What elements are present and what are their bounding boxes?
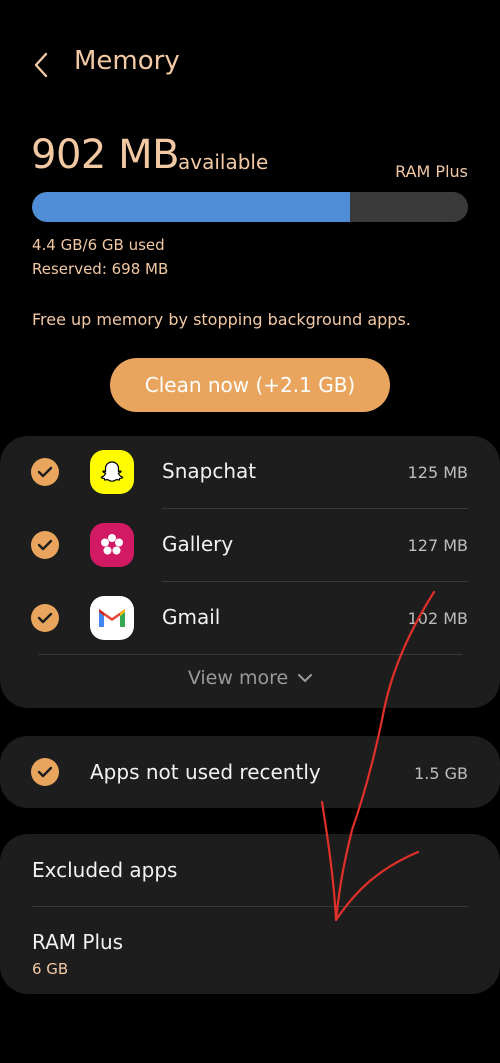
page-title: Memory (74, 46, 180, 76)
free-up-hint: Free up memory by stopping background ap… (32, 310, 411, 329)
checkmark-icon (37, 612, 53, 624)
available-memory-label: available (178, 150, 269, 174)
excluded-apps-item[interactable]: Excluded apps (32, 858, 177, 882)
app-checkbox[interactable] (31, 604, 59, 632)
app-name: Gmail (162, 605, 221, 629)
app-size: 127 MB (407, 536, 468, 555)
chevron-left-icon (34, 52, 48, 78)
snapchat-icon (90, 450, 134, 494)
checkmark-icon (37, 539, 53, 551)
memory-usage-fill (32, 192, 351, 222)
ram-plus-value: 6 GB (32, 960, 69, 978)
clean-now-button[interactable]: Clean now (+2.1 GB) (110, 358, 390, 412)
back-button[interactable] (26, 50, 56, 80)
used-memory-text: 4.4 GB/6 GB used (32, 236, 165, 254)
app-size: 125 MB (407, 463, 468, 482)
gallery-icon (90, 523, 134, 567)
app-row-snapchat[interactable]: Snapchat 125 MB (0, 436, 500, 508)
app-row-gallery[interactable]: Gallery 127 MB (0, 509, 500, 581)
app-checkbox[interactable] (31, 531, 59, 559)
app-checkbox[interactable] (31, 458, 59, 486)
app-name: Gallery (162, 532, 234, 556)
checkmark-icon (37, 466, 53, 478)
gmail-icon (90, 596, 134, 640)
available-memory-value: 902 MB (31, 132, 180, 178)
red-arrow-annotation (320, 590, 436, 922)
app-name: Snapchat (162, 459, 257, 483)
reserved-memory-text: Reserved: 698 MB (32, 260, 169, 278)
ram-plus-legend: RAM Plus (395, 162, 468, 181)
top-bar: Memory (0, 30, 500, 100)
apps-not-used-checkbox[interactable] (31, 758, 59, 786)
ram-plus-item[interactable]: RAM Plus (32, 930, 123, 954)
checkmark-icon (37, 766, 53, 778)
memory-usage-bar (32, 192, 468, 222)
apps-not-used-label: Apps not used recently (90, 760, 321, 784)
view-more-label: View more (187, 667, 289, 689)
